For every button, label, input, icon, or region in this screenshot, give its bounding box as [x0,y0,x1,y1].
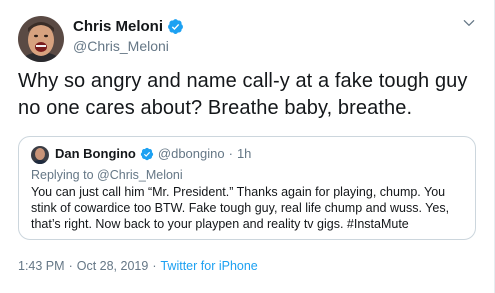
quoted-separator: · [228,146,233,161]
tweet-time[interactable]: 1:43 PM [18,259,65,273]
quoted-author-name[interactable]: Dan Bongino [55,146,136,161]
tweet-card: Chris Meloni @Chris_Meloni Why so angry … [0,0,495,293]
author-avatar[interactable] [18,16,64,62]
quoted-reply-line: Replying to @Chris_Meloni [31,168,183,182]
quoted-tweet[interactable]: Dan Bongino @dbongino · 1h Replying to @… [18,136,476,240]
quoted-author-handle[interactable]: @dbongino [158,146,225,161]
author-name[interactable]: Chris Meloni [73,18,163,35]
source-separator: · [152,259,157,273]
avatar-image [18,16,64,62]
quoted-age[interactable]: 1h [237,146,251,161]
author-handle[interactable]: @Chris_Meloni [73,38,169,54]
quoted-header: Dan Bongino @dbongino · 1h [55,146,251,161]
quoted-text: You can just call him “Mr. President.” T… [31,185,450,231]
verified-badge-icon [140,147,154,160]
tweet-source-link[interactable]: Twitter for iPhone [160,259,257,273]
tweet-date[interactable]: Oct 28, 2019 [77,259,149,273]
author-name-row[interactable]: Chris Meloni [73,18,184,35]
reply-prefix: Replying to [31,168,94,182]
quoted-author-avatar[interactable] [31,146,49,164]
tweet-text: Why so angry and name call-y at a fake t… [18,70,468,119]
tweet-meta: 1:43 PM · Oct 28, 2019 · Twitter for iPh… [18,259,258,273]
reply-to-handle[interactable]: @Chris_Meloni [97,168,183,182]
date-separator: · [68,259,73,273]
verified-badge-icon [168,19,183,34]
quoted-avatar-image [31,146,49,164]
chevron-down-icon[interactable] [462,16,476,30]
